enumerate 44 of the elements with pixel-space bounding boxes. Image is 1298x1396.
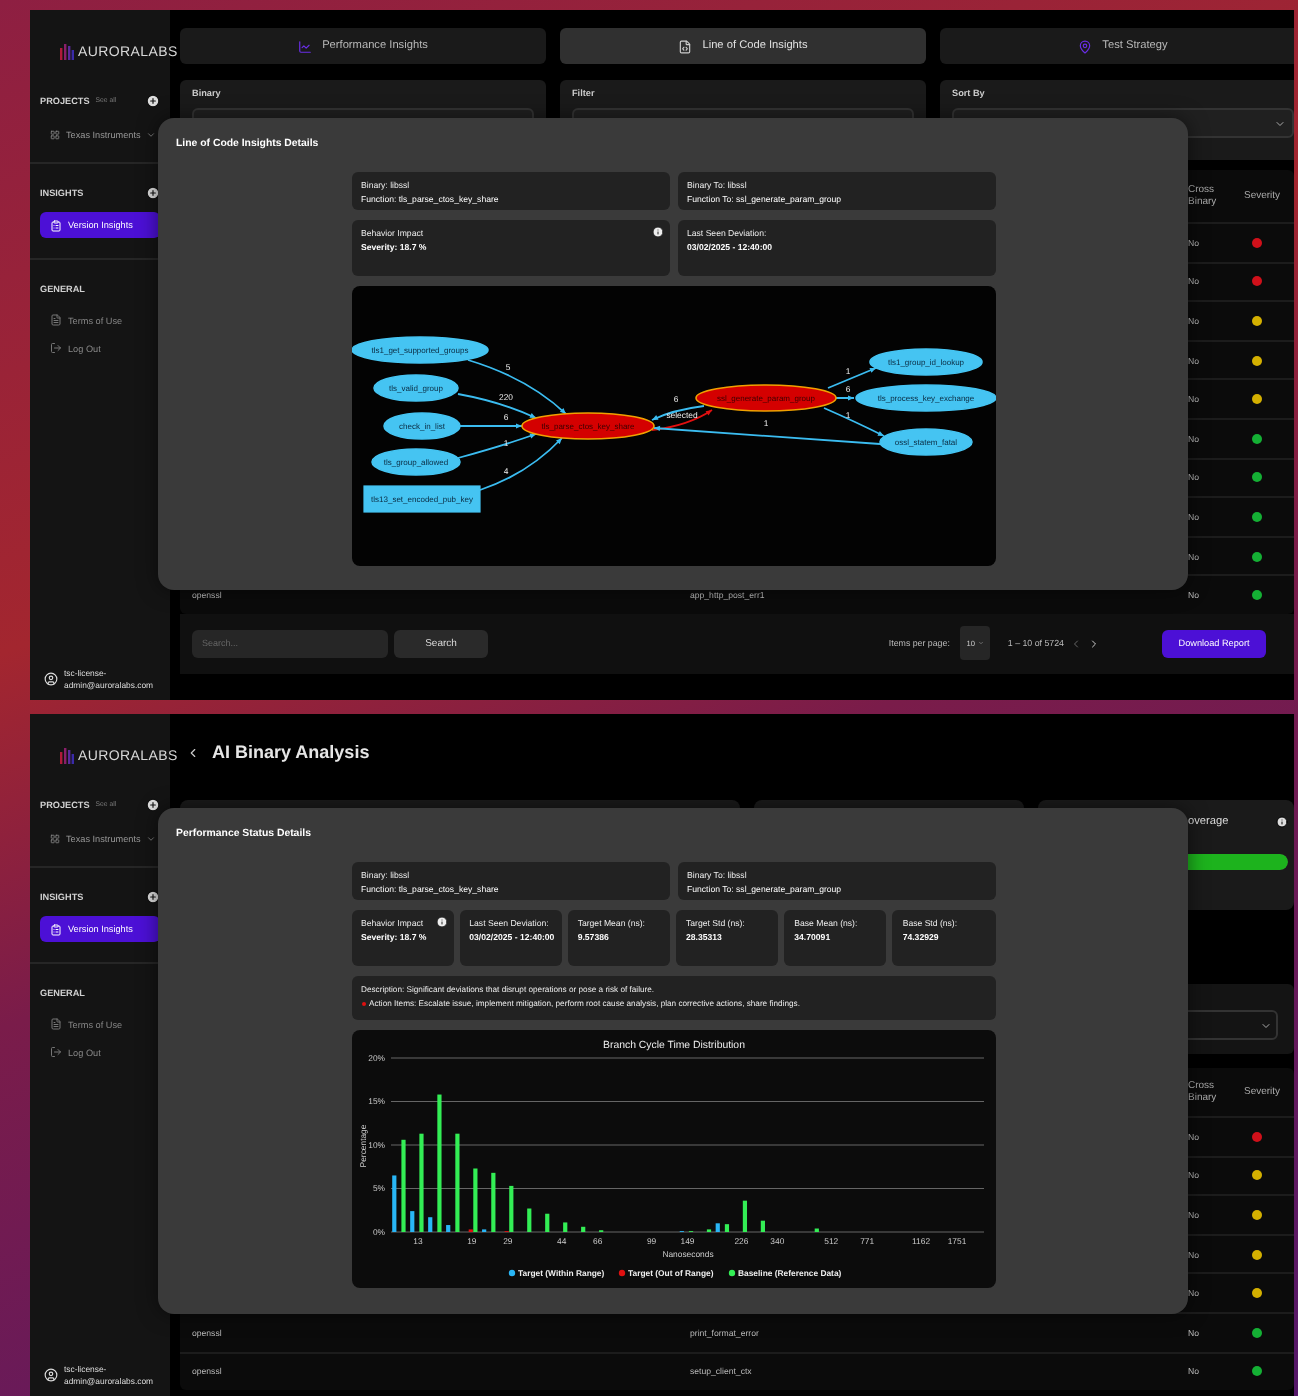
chart-bar	[741, 1200, 746, 1232]
pin-icon	[1078, 39, 1093, 53]
chevron-down-icon	[146, 129, 157, 139]
add-icon[interactable]	[146, 93, 160, 107]
logo-icon	[60, 42, 74, 62]
chart-bar	[544, 1213, 549, 1232]
chart-bar	[409, 1211, 414, 1232]
chart-bar	[562, 1222, 567, 1232]
chevron-down-icon	[146, 833, 157, 843]
chart-bar	[427, 1217, 432, 1232]
chart-bar	[580, 1226, 585, 1232]
logout-icon	[50, 342, 62, 354]
chart-bar	[454, 1133, 459, 1232]
chart-bar	[418, 1133, 423, 1232]
grid-icon	[50, 833, 60, 843]
user-icon	[44, 672, 58, 687]
chart-bar	[445, 1225, 450, 1232]
document-icon	[50, 1018, 62, 1030]
chart-bar	[723, 1224, 729, 1232]
chart-bar	[526, 1208, 531, 1232]
logout-icon	[50, 1046, 62, 1058]
chart-bar	[490, 1172, 495, 1232]
chart-bar	[400, 1139, 405, 1232]
back-icon[interactable]	[186, 745, 200, 759]
info-icon[interactable]	[435, 916, 448, 928]
chart-bar	[759, 1220, 764, 1232]
clipboard-icon	[50, 923, 62, 935]
info-icon[interactable]	[1276, 816, 1288, 828]
clipboard-icon	[50, 219, 62, 231]
chevron-down-icon	[1274, 117, 1286, 129]
chart-icon	[298, 39, 313, 53]
user-icon	[44, 1368, 58, 1383]
page-title: AI Binary Analysis	[212, 742, 370, 762]
document-icon	[50, 314, 62, 326]
chart-bar	[714, 1223, 719, 1232]
chart-bar	[436, 1094, 441, 1232]
logo-icon	[60, 746, 74, 766]
chevron-down-icon	[1260, 1019, 1272, 1031]
next-page-icon[interactable]	[1088, 637, 1100, 650]
chart-bar	[391, 1175, 396, 1232]
info-icon[interactable]	[651, 226, 663, 238]
add-icon[interactable]	[146, 797, 160, 811]
grid-icon	[50, 129, 60, 139]
code-file-icon	[678, 39, 693, 53]
